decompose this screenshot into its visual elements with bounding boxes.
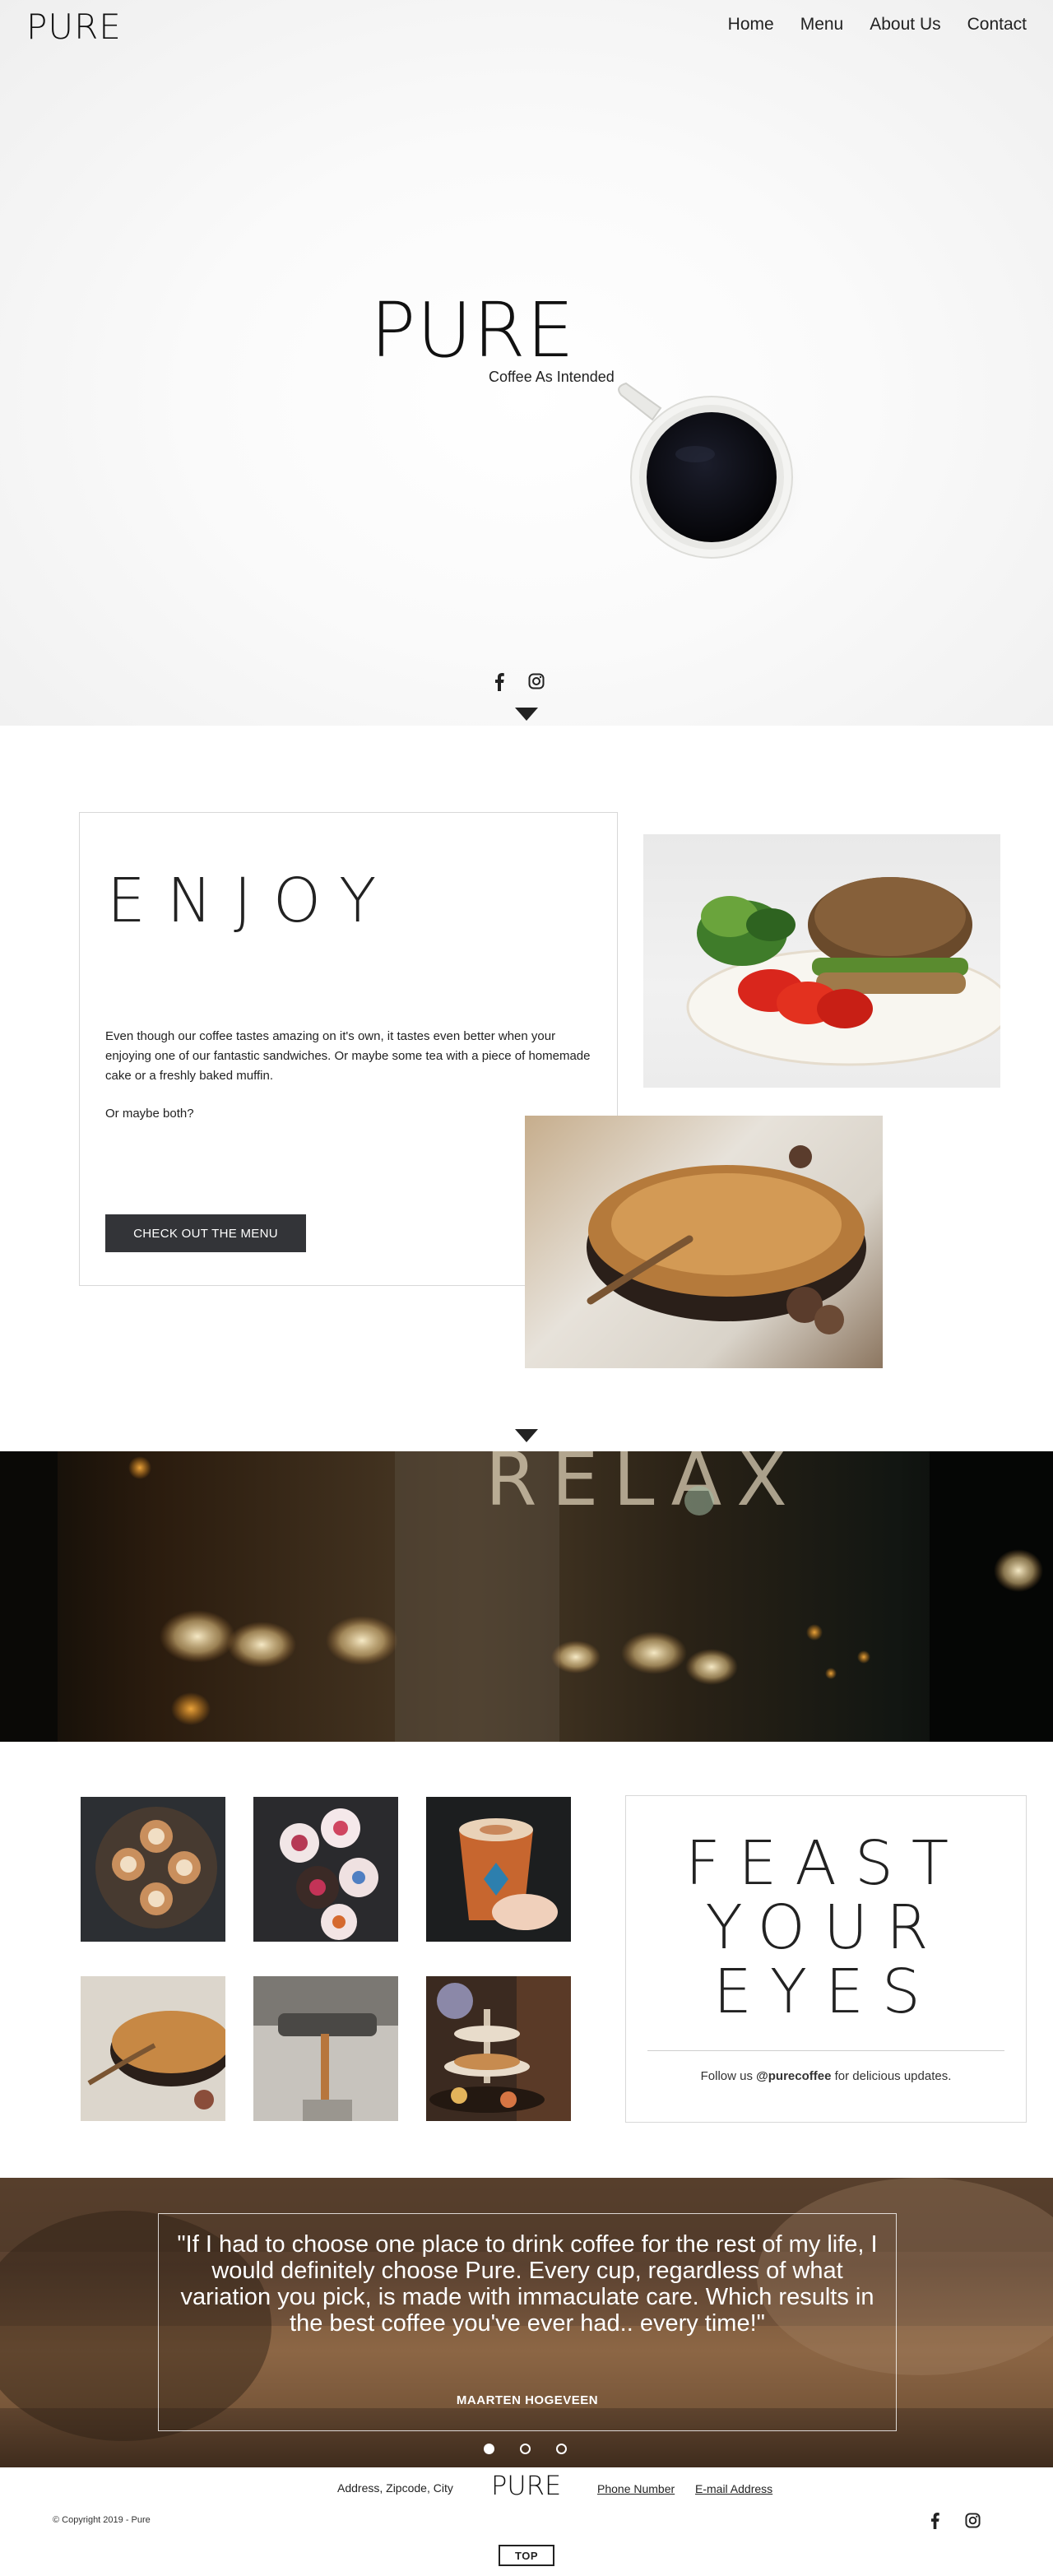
pie-photo (525, 1116, 883, 1368)
footer-email-link[interactable]: E-mail Address (695, 2482, 772, 2495)
nav-about-us[interactable]: About Us (870, 15, 940, 35)
feast-divider (647, 2050, 1004, 2051)
nav-contact[interactable]: Contact (967, 15, 1027, 35)
site-logo[interactable]: PURE (26, 7, 122, 47)
burger-photo (643, 834, 1000, 1088)
nav-menu[interactable]: Menu (800, 15, 844, 35)
gallery-photo-latte-art[interactable] (81, 1797, 225, 1942)
instagram-icon[interactable] (528, 673, 545, 695)
footer-address: Address, Zipcode, City (337, 2481, 453, 2495)
chevron-down-icon[interactable] (515, 1429, 538, 1442)
feast-title: FEAST YOUR EYES (625, 1831, 1027, 2024)
feast-title-line-1: FEAST (684, 1828, 967, 1899)
instagram-handle-link[interactable]: @purecoffee (756, 2069, 831, 2083)
enjoy-title: ENJOY (107, 866, 398, 936)
footer-phone-link[interactable]: Phone Number (597, 2482, 675, 2495)
testimonial-carousel-dots (484, 2444, 567, 2454)
feast-follow-text: Follow us @purecoffee for delicious upda… (625, 2069, 1027, 2083)
follow-prefix: Follow us (700, 2069, 757, 2083)
check-menu-button[interactable]: CHECK OUT THE MENU (105, 1214, 306, 1252)
gallery-photo-pastries[interactable] (426, 1976, 571, 2121)
carousel-dot-3[interactable] (556, 2444, 567, 2454)
feast-title-line-3: EYES (713, 1956, 939, 2027)
enjoy-paragraph: Even though our coffee tastes amazing on… (105, 1029, 591, 1083)
gallery-photo-coffee-cup[interactable] (426, 1797, 571, 1942)
instagram-icon[interactable] (965, 2513, 981, 2533)
gallery-photo-cupcakes[interactable] (253, 1797, 398, 1942)
carousel-dot-1[interactable] (484, 2444, 494, 2454)
nav-home[interactable]: Home (728, 15, 774, 35)
feast-title-line-2: YOUR (705, 1892, 947, 1963)
back-to-top-button[interactable]: TOP (499, 2545, 554, 2566)
gallery-photo-espresso[interactable] (253, 1976, 398, 2121)
carousel-dot-2[interactable] (520, 2444, 531, 2454)
hero-social (494, 673, 545, 695)
follow-suffix: for delicious updates. (831, 2069, 952, 2083)
testimonial-quote: "If I had to choose one place to drink c… (177, 2231, 878, 2337)
svg-text:RELAX: RELAX (485, 1451, 802, 1523)
gallery-photo-pie[interactable] (81, 1976, 225, 2121)
chevron-down-icon[interactable] (515, 708, 538, 721)
enjoy-paragraph-2: Or maybe both? (105, 1107, 194, 1121)
hero-section: PURE Home Menu About Us Contact PURE Cof… (0, 0, 1053, 726)
footer-social (930, 2513, 981, 2533)
footer-copyright: © Copyright 2019 - Pure (53, 2515, 151, 2525)
facebook-icon[interactable] (930, 2513, 940, 2533)
facebook-icon[interactable] (494, 673, 505, 695)
cafe-banner-image: RELAX (0, 1451, 1053, 1742)
testimonial-author: MAARTEN HOGEVEEN (456, 2393, 599, 2407)
hero-subtitle: Coffee As Intended (489, 369, 615, 385)
main-nav: Home Menu About Us Contact (728, 15, 1027, 35)
coffee-cup-image (618, 382, 810, 559)
hero-title: PURE (370, 286, 575, 374)
footer-logo[interactable]: PURE (491, 2470, 561, 2501)
